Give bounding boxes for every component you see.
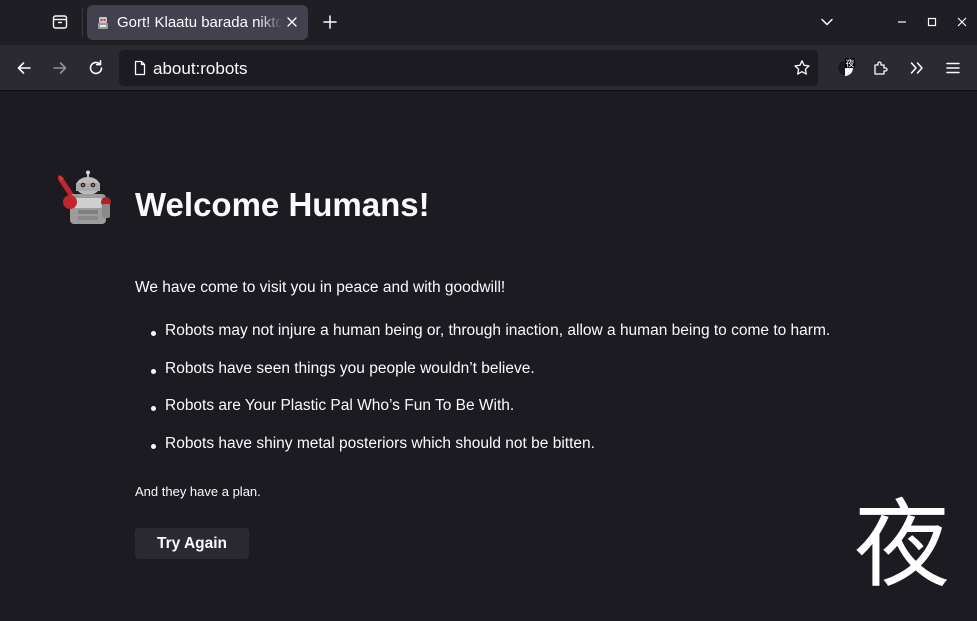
page-title: Welcome Humans! bbox=[135, 186, 430, 223]
overflow-chevron-icon bbox=[910, 62, 923, 74]
star-icon bbox=[794, 60, 810, 75]
tab-title: Gort! Klaatu barada nikto! bbox=[117, 14, 283, 31]
page-icon bbox=[134, 60, 146, 76]
extensions-button[interactable] bbox=[866, 53, 896, 83]
tab-list-icon bbox=[52, 15, 68, 29]
robot-icon bbox=[98, 16, 108, 29]
list-item: Robots have seen things you people would… bbox=[150, 360, 830, 398]
intro-text: We have come to visit you in peace and w… bbox=[135, 279, 506, 296]
dark-mode-extension-icon: 夜 bbox=[837, 58, 855, 76]
new-tab-button[interactable] bbox=[318, 10, 342, 34]
maximize-icon bbox=[927, 17, 937, 27]
list-item: Robots have shiny metal posteriors which… bbox=[150, 435, 830, 473]
minimize-button[interactable] bbox=[892, 12, 912, 32]
tab-close-button[interactable] bbox=[284, 14, 300, 30]
hamburger-menu-icon bbox=[946, 62, 960, 74]
tab-list-button[interactable] bbox=[46, 9, 74, 35]
tab-strip: Gort! Klaatu barada nikto! bbox=[0, 0, 977, 45]
bookmark-star-button[interactable] bbox=[792, 58, 812, 78]
chevron-down-icon bbox=[821, 18, 833, 26]
window-close-button[interactable] bbox=[952, 12, 972, 32]
app-menu-button[interactable] bbox=[938, 53, 968, 83]
reload-button[interactable] bbox=[81, 53, 111, 83]
extensions-icon bbox=[874, 61, 888, 75]
list-item: Robots are Your Plastic Pal Who’s Fun To… bbox=[150, 397, 830, 435]
list-all-tabs-button[interactable] bbox=[816, 10, 838, 34]
try-again-button[interactable]: Try Again bbox=[135, 528, 249, 559]
tab-active[interactable]: Gort! Klaatu barada nikto! bbox=[87, 5, 308, 40]
plan-text: And they have a plan. bbox=[135, 484, 261, 499]
maximize-button[interactable] bbox=[922, 12, 942, 32]
url-text: about:robots bbox=[153, 59, 248, 78]
night-mode-glyph: 夜 bbox=[854, 489, 950, 601]
robot-laws-list: Robots may not injure a human being or, … bbox=[150, 322, 830, 472]
list-item: Robots may not injure a human being or, … bbox=[150, 322, 830, 360]
url-bar[interactable]: about:robots bbox=[119, 50, 818, 86]
forward-icon bbox=[53, 62, 67, 74]
navigation-toolbar: about:robots 夜 bbox=[0, 45, 977, 91]
forward-button[interactable] bbox=[45, 53, 75, 83]
close-icon bbox=[287, 17, 297, 27]
tab-separator bbox=[82, 8, 83, 37]
reload-icon bbox=[89, 60, 103, 75]
plus-icon bbox=[323, 15, 337, 29]
back-button[interactable] bbox=[9, 53, 39, 83]
extension-badge: 夜 bbox=[845, 58, 854, 70]
minimize-icon bbox=[898, 21, 906, 23]
window-close-icon bbox=[957, 17, 967, 27]
robot-illustration bbox=[58, 170, 111, 224]
overflow-menu-button[interactable] bbox=[902, 53, 932, 83]
back-icon bbox=[17, 62, 31, 74]
dark-mode-extension-button[interactable]: 夜 bbox=[830, 53, 860, 83]
